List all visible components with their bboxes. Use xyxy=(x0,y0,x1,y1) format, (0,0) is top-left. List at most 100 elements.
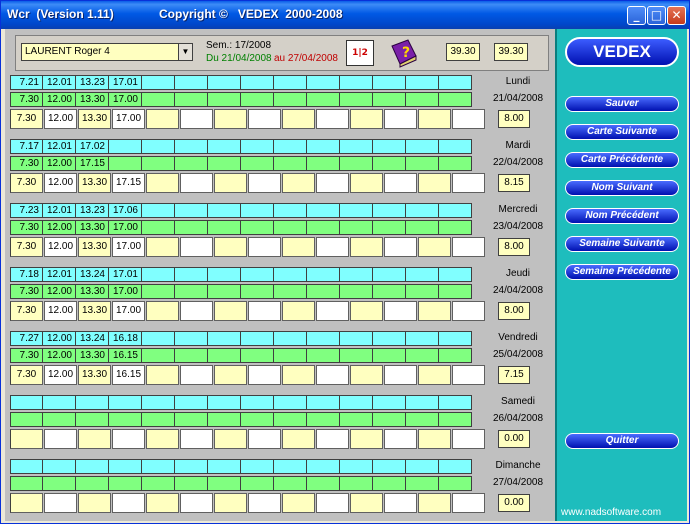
time-input[interactable] xyxy=(78,429,111,449)
time-input[interactable]: 12.00 xyxy=(44,109,77,129)
time-input[interactable] xyxy=(350,365,383,385)
time-input[interactable] xyxy=(316,429,349,449)
time-input[interactable] xyxy=(146,237,179,257)
time-input[interactable] xyxy=(146,365,179,385)
time-input[interactable] xyxy=(350,173,383,193)
time-input[interactable] xyxy=(180,429,213,449)
time-input[interactable] xyxy=(452,493,485,513)
time-input[interactable] xyxy=(452,301,485,321)
time-input[interactable] xyxy=(452,237,485,257)
time-input[interactable] xyxy=(384,301,417,321)
time-input[interactable] xyxy=(384,493,417,513)
time-input[interactable] xyxy=(350,109,383,129)
time-input[interactable] xyxy=(248,365,281,385)
time-input[interactable] xyxy=(248,301,281,321)
time-input[interactable] xyxy=(248,109,281,129)
time-input[interactable] xyxy=(10,429,43,449)
close-button[interactable]: ✕ xyxy=(667,6,686,25)
time-input[interactable] xyxy=(146,429,179,449)
time-input[interactable] xyxy=(316,109,349,129)
time-input[interactable] xyxy=(10,493,43,513)
time-input[interactable] xyxy=(452,365,485,385)
time-input[interactable]: 12.00 xyxy=(44,301,77,321)
time-input[interactable] xyxy=(180,109,213,129)
time-input[interactable] xyxy=(180,237,213,257)
time-input[interactable]: 12.00 xyxy=(44,173,77,193)
time-input[interactable]: 16.15 xyxy=(112,365,145,385)
time-input[interactable] xyxy=(384,365,417,385)
time-input[interactable]: 7.30 xyxy=(10,237,43,257)
time-input[interactable]: 12.00 xyxy=(44,365,77,385)
time-input[interactable] xyxy=(350,237,383,257)
prev-week-button[interactable]: Semaine Précédente xyxy=(565,264,679,280)
time-input[interactable] xyxy=(350,493,383,513)
vedex-logo-button[interactable]: VEDEX xyxy=(565,37,679,67)
time-input[interactable] xyxy=(214,429,247,449)
time-input[interactable] xyxy=(248,173,281,193)
time-input[interactable] xyxy=(350,301,383,321)
time-input[interactable] xyxy=(282,237,315,257)
time-input[interactable]: 7.30 xyxy=(10,301,43,321)
time-input[interactable] xyxy=(452,429,485,449)
time-input[interactable]: 12.00 xyxy=(44,237,77,257)
quit-button[interactable]: Quitter xyxy=(565,433,679,449)
time-input[interactable] xyxy=(452,109,485,129)
time-input[interactable] xyxy=(214,237,247,257)
time-input[interactable] xyxy=(146,493,179,513)
time-input[interactable] xyxy=(384,109,417,129)
time-input[interactable]: 17.00 xyxy=(112,109,145,129)
time-input[interactable] xyxy=(316,493,349,513)
time-input[interactable] xyxy=(248,429,281,449)
time-input[interactable] xyxy=(146,173,179,193)
time-input[interactable] xyxy=(146,109,179,129)
time-input[interactable] xyxy=(112,429,145,449)
help-book-icon[interactable]: ? xyxy=(388,38,420,68)
time-input[interactable] xyxy=(418,365,451,385)
time-input[interactable] xyxy=(180,365,213,385)
time-input[interactable] xyxy=(282,493,315,513)
time-input[interactable] xyxy=(78,493,111,513)
time-input[interactable] xyxy=(214,493,247,513)
time-input[interactable]: 17.15 xyxy=(112,173,145,193)
time-input[interactable] xyxy=(384,173,417,193)
time-input[interactable] xyxy=(180,173,213,193)
time-input[interactable] xyxy=(418,237,451,257)
time-input[interactable] xyxy=(44,493,77,513)
time-input[interactable] xyxy=(214,109,247,129)
time-input[interactable] xyxy=(418,429,451,449)
time-input[interactable] xyxy=(350,429,383,449)
time-input[interactable] xyxy=(316,173,349,193)
time-input[interactable] xyxy=(248,237,281,257)
time-input[interactable]: 13.30 xyxy=(78,173,111,193)
prev-card-button[interactable]: Carte Précédente xyxy=(565,152,679,168)
time-input[interactable] xyxy=(180,493,213,513)
time-input[interactable]: 7.30 xyxy=(10,173,43,193)
time-input[interactable] xyxy=(316,365,349,385)
time-input[interactable] xyxy=(112,493,145,513)
time-input[interactable] xyxy=(282,301,315,321)
time-input[interactable]: 13.30 xyxy=(78,365,111,385)
time-input[interactable] xyxy=(44,429,77,449)
time-input[interactable] xyxy=(180,301,213,321)
time-input[interactable] xyxy=(282,173,315,193)
chevron-down-icon[interactable]: ▼ xyxy=(178,44,192,60)
time-input[interactable]: 13.30 xyxy=(78,109,111,129)
time-input[interactable] xyxy=(384,429,417,449)
time-input[interactable] xyxy=(282,109,315,129)
time-input[interactable]: 17.00 xyxy=(112,301,145,321)
time-input[interactable] xyxy=(418,493,451,513)
time-input[interactable]: 13.30 xyxy=(78,301,111,321)
time-input[interactable] xyxy=(214,301,247,321)
next-name-button[interactable]: Nom Suivant xyxy=(565,180,679,196)
time-input[interactable] xyxy=(282,365,315,385)
footer-link[interactable]: www.nadsoftware.com xyxy=(561,507,661,518)
next-week-button[interactable]: Semaine Suivante xyxy=(565,236,679,252)
time-input[interactable] xyxy=(384,237,417,257)
time-input[interactable]: 17.00 xyxy=(112,237,145,257)
time-input[interactable] xyxy=(248,493,281,513)
save-button[interactable]: Sauver xyxy=(565,96,679,112)
prev-name-button[interactable]: Nom Précédent xyxy=(565,208,679,224)
maximize-button[interactable]: □ xyxy=(647,6,666,25)
time-input[interactable] xyxy=(418,173,451,193)
time-input[interactable] xyxy=(214,173,247,193)
